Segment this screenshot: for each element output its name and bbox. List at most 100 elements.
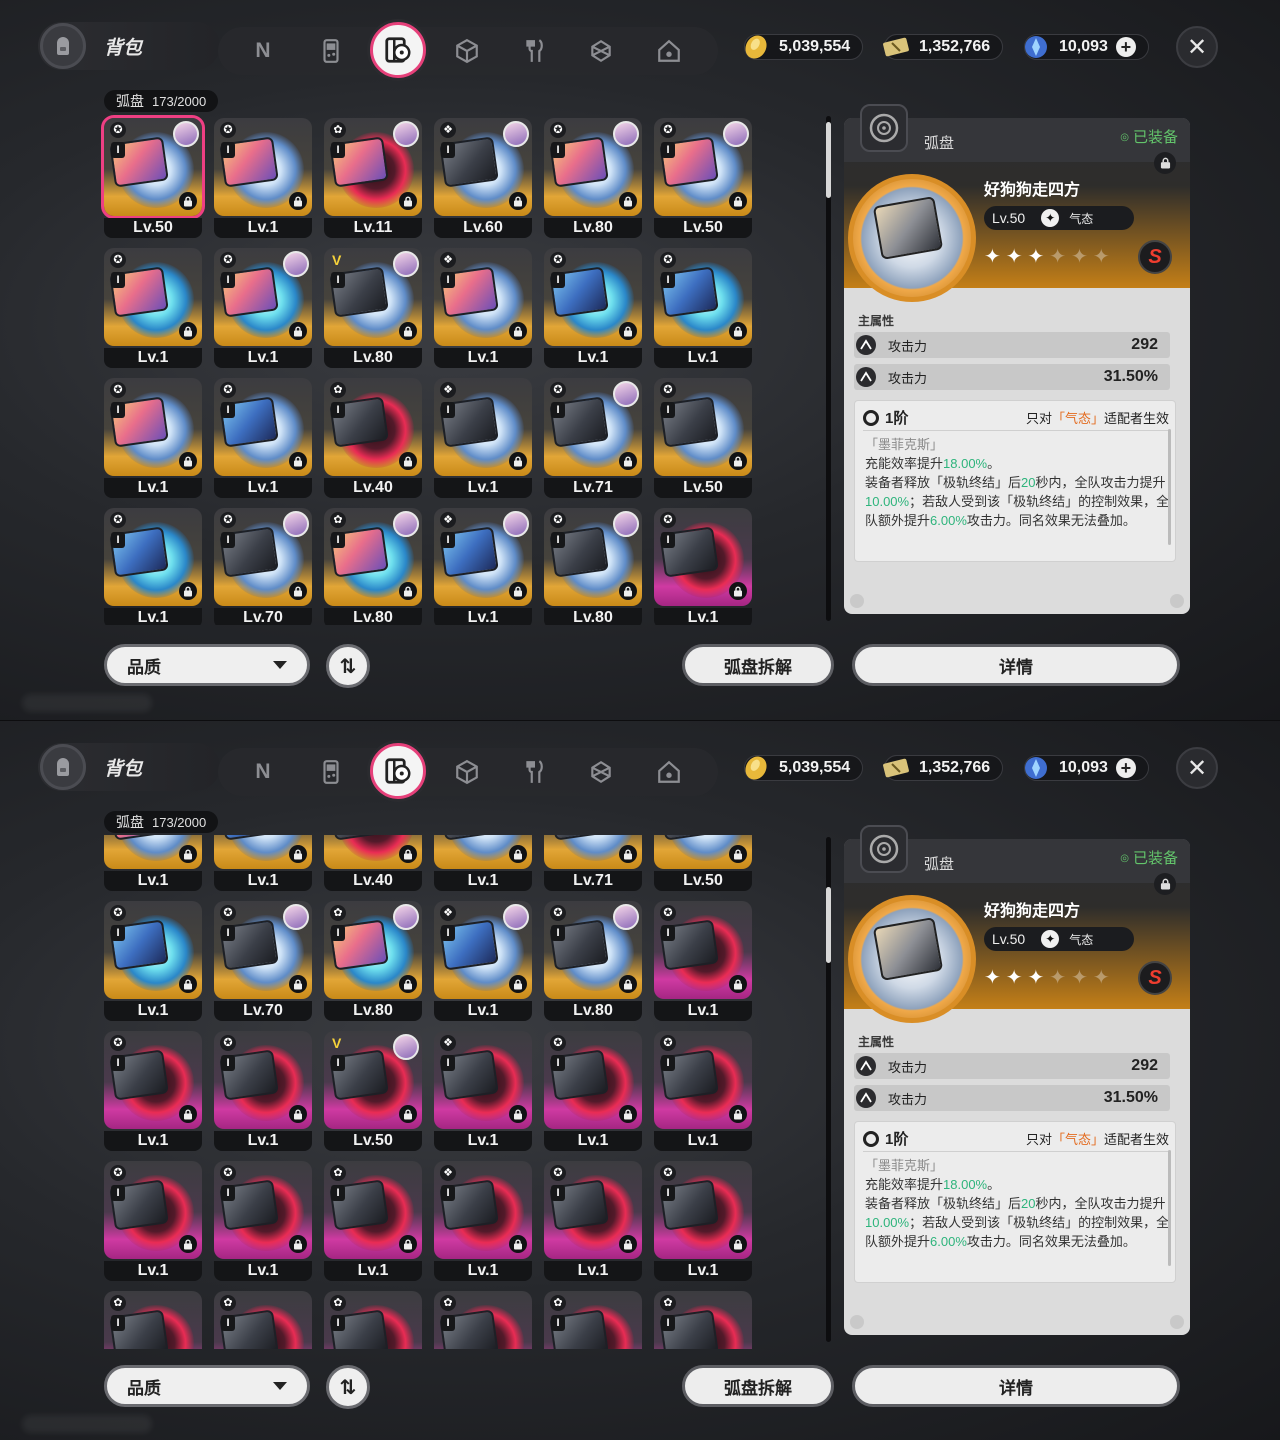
home-icon[interactable] bbox=[650, 32, 688, 70]
disc-card[interactable]: ✪I bbox=[654, 118, 752, 216]
disc-card[interactable]: ✿I bbox=[324, 901, 422, 999]
disc-card[interactable]: ✿I bbox=[324, 1161, 422, 1259]
lock-icon[interactable] bbox=[509, 845, 527, 863]
add-polychrome-button[interactable]: + bbox=[1115, 37, 1136, 57]
bag-button[interactable]: 背包 bbox=[38, 22, 220, 70]
lock-icon[interactable] bbox=[289, 452, 307, 470]
grid-scrollbar-thumb[interactable] bbox=[826, 887, 831, 963]
lock-icon[interactable] bbox=[1154, 873, 1176, 895]
lock-icon[interactable] bbox=[729, 322, 747, 340]
grid-scrollbar-thumb[interactable] bbox=[826, 122, 831, 198]
lock-icon[interactable] bbox=[179, 1235, 197, 1253]
gem-box-icon[interactable] bbox=[582, 32, 620, 70]
disc-icon[interactable] bbox=[370, 22, 426, 78]
sort-order-button[interactable]: ⇅ bbox=[326, 1365, 370, 1409]
disc-card[interactable]: ❖I bbox=[434, 901, 532, 999]
lock-icon[interactable] bbox=[729, 1105, 747, 1123]
lock-icon[interactable] bbox=[619, 1105, 637, 1123]
lock-icon[interactable] bbox=[509, 192, 527, 210]
disc-card[interactable]: ✪I bbox=[214, 248, 312, 346]
lock-icon[interactable] bbox=[729, 452, 747, 470]
effect-scrollbar[interactable] bbox=[1168, 429, 1171, 545]
lock-icon[interactable] bbox=[179, 1105, 197, 1123]
lock-icon[interactable] bbox=[289, 975, 307, 993]
disc-card[interactable]: ✪I bbox=[544, 1161, 642, 1259]
disc-card[interactable]: ❖I bbox=[434, 248, 532, 346]
lock-icon[interactable] bbox=[619, 975, 637, 993]
disc-card[interactable]: ✿I bbox=[544, 1291, 642, 1349]
lock-icon[interactable] bbox=[399, 582, 417, 600]
details-button[interactable]: 详情 bbox=[852, 644, 1180, 686]
lock-icon[interactable] bbox=[729, 845, 747, 863]
disc-card[interactable]: ✪I bbox=[104, 1031, 202, 1129]
lock-icon[interactable] bbox=[619, 322, 637, 340]
disc-card[interactable]: VI bbox=[324, 248, 422, 346]
disc-card[interactable]: ✿I bbox=[324, 835, 422, 869]
lock-icon[interactable] bbox=[619, 452, 637, 470]
disc-card[interactable]: ❖I bbox=[434, 1031, 532, 1129]
disc-card[interactable]: ✿I bbox=[324, 1291, 422, 1349]
disc-card[interactable]: ✪I bbox=[544, 378, 642, 476]
lock-icon[interactable] bbox=[509, 322, 527, 340]
disc-card[interactable]: ✪I bbox=[104, 1161, 202, 1259]
disc-card[interactable]: ✪I bbox=[544, 901, 642, 999]
gameboy-icon[interactable] bbox=[312, 753, 350, 791]
lock-icon[interactable] bbox=[179, 192, 197, 210]
lock-icon[interactable] bbox=[509, 1105, 527, 1123]
n-icon[interactable]: N bbox=[244, 32, 282, 70]
disc-card[interactable]: ✪I bbox=[544, 118, 642, 216]
disc-card[interactable]: ✪I bbox=[214, 835, 312, 869]
disc-card[interactable]: ✪I bbox=[654, 378, 752, 476]
lock-icon[interactable] bbox=[399, 192, 417, 210]
disc-icon[interactable] bbox=[370, 743, 426, 799]
disc-card[interactable]: ✪I bbox=[654, 1161, 752, 1259]
grid-scrollbar[interactable] bbox=[826, 837, 831, 1342]
disc-card[interactable]: ✪I bbox=[654, 901, 752, 999]
lock-icon[interactable] bbox=[619, 192, 637, 210]
lock-icon[interactable] bbox=[289, 1235, 307, 1253]
disc-card[interactable]: ✪I bbox=[214, 901, 312, 999]
disc-card[interactable]: ✿I bbox=[324, 508, 422, 606]
dismantle-button[interactable]: 弧盘拆解 bbox=[682, 644, 834, 686]
lock-icon[interactable] bbox=[179, 322, 197, 340]
disc-card[interactable]: ✪I bbox=[654, 248, 752, 346]
lock-icon[interactable] bbox=[399, 452, 417, 470]
add-polychrome-button[interactable]: + bbox=[1115, 758, 1136, 778]
lock-icon[interactable] bbox=[1154, 152, 1176, 174]
disc-card[interactable]: ✿I bbox=[324, 378, 422, 476]
lock-icon[interactable] bbox=[729, 975, 747, 993]
disc-card[interactable]: ✪I bbox=[104, 378, 202, 476]
home-icon[interactable] bbox=[650, 753, 688, 791]
disc-card[interactable]: ✪I bbox=[544, 248, 642, 346]
disc-card[interactable]: ✪I bbox=[214, 508, 312, 606]
fork-knife-icon[interactable] bbox=[516, 32, 554, 70]
grid-scrollbar[interactable] bbox=[826, 116, 831, 621]
lock-icon[interactable] bbox=[179, 975, 197, 993]
disc-card[interactable]: ❖I bbox=[434, 378, 532, 476]
disc-card[interactable]: ✪I bbox=[104, 901, 202, 999]
n-icon[interactable]: N bbox=[244, 753, 282, 791]
disc-card[interactable]: ✪I bbox=[214, 1031, 312, 1129]
disc-card[interactable]: ❖I bbox=[434, 508, 532, 606]
lock-icon[interactable] bbox=[729, 582, 747, 600]
disc-card[interactable]: ✪I bbox=[654, 835, 752, 869]
disc-card[interactable]: ✪I bbox=[544, 1031, 642, 1129]
disc-card[interactable]: ✪I bbox=[544, 508, 642, 606]
disc-card[interactable]: ✿I bbox=[104, 1291, 202, 1349]
lock-icon[interactable] bbox=[289, 1105, 307, 1123]
bag-button[interactable]: 背包 bbox=[38, 743, 220, 791]
fork-knife-icon[interactable] bbox=[516, 753, 554, 791]
lock-icon[interactable] bbox=[619, 582, 637, 600]
lock-icon[interactable] bbox=[729, 1235, 747, 1253]
lock-icon[interactable] bbox=[509, 452, 527, 470]
lock-icon[interactable] bbox=[179, 452, 197, 470]
close-button[interactable]: ✕ bbox=[1176, 747, 1218, 789]
disc-card[interactable]: ❖I bbox=[434, 118, 532, 216]
lock-icon[interactable] bbox=[289, 582, 307, 600]
lock-icon[interactable] bbox=[399, 322, 417, 340]
disc-card[interactable]: ✪I bbox=[104, 508, 202, 606]
lock-icon[interactable] bbox=[289, 322, 307, 340]
disc-card[interactable]: ✪I bbox=[101, 115, 205, 219]
lock-icon[interactable] bbox=[509, 582, 527, 600]
disc-card[interactable]: ✿I bbox=[214, 1291, 312, 1349]
